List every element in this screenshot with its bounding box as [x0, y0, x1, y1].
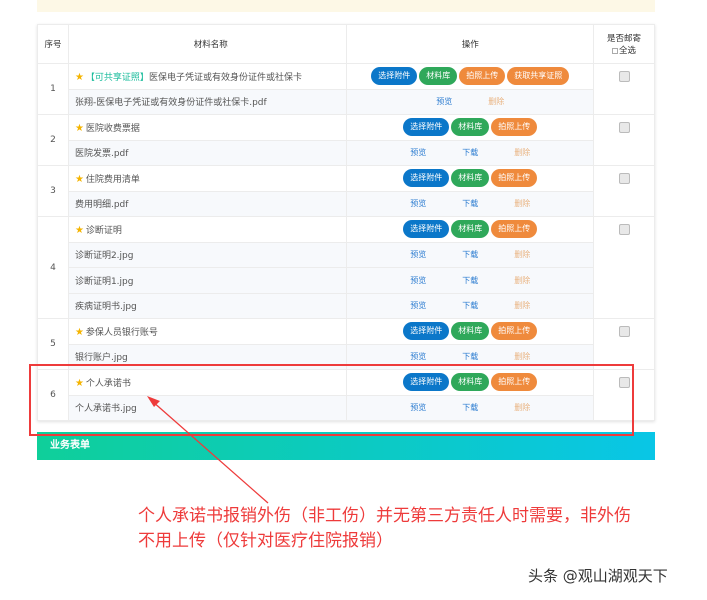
watermark: 头条 @观山湖观天下 — [528, 567, 668, 585]
annotation-line-2: 不用上传（仅针对医疗住院报销） — [138, 531, 393, 551]
annotation-line-1: 个人承诺书报销外伤（非工伤）并无第三方责任人时需要，非外伤 — [138, 506, 631, 526]
annotation-text: 个人承诺书报销外伤（非工伤）并无第三方责任人时需要，非外伤 不用上传（仅针对医疗住… — [138, 504, 707, 554]
